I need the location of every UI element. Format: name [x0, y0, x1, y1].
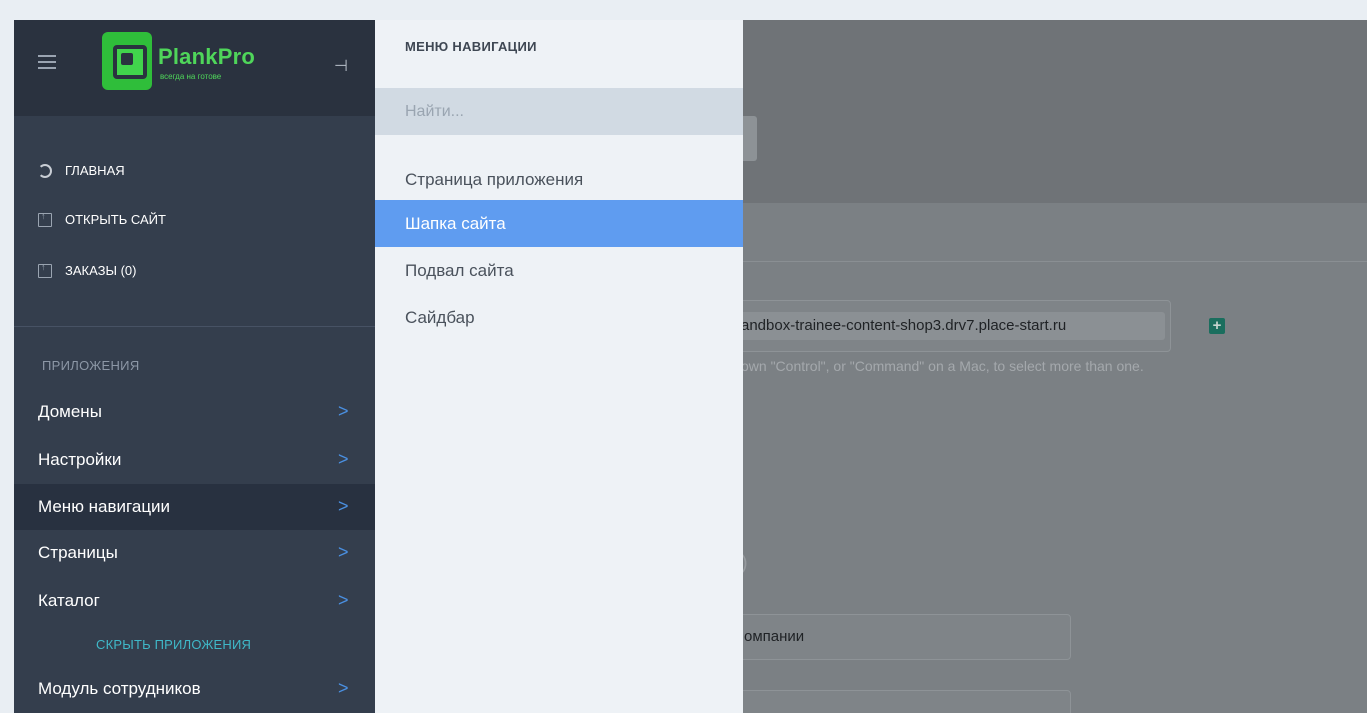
select-hint-text: own "Control", or "Command" on a Mac, to… [743, 358, 1144, 374]
sidebar-item-label: Модуль сотрудников [38, 679, 201, 698]
quick-link-label: ГЛАВНАЯ [65, 163, 125, 178]
sidebar-item-label: Каталог [38, 591, 100, 610]
sidebar-item-domains[interactable]: Домены > [14, 389, 375, 435]
brand-logo[interactable]: PlankPro всегда на готове [102, 32, 282, 90]
brand-name: PlankPro [158, 44, 255, 69]
field-label-fragment: ) [743, 552, 748, 575]
external-box-icon [38, 211, 52, 227]
logo-mark-icon [102, 32, 152, 90]
domain-tag: andbox-trainee-content-shop3.drv7.place-… [743, 312, 1165, 340]
sidebar: PlankPro всегда на готове ⊣ ГЛАВНАЯ ОТКР… [14, 20, 375, 713]
quick-link-home[interactable]: ГЛАВНАЯ [38, 163, 125, 178]
flyout-item-label: Страница приложения [405, 169, 584, 189]
flyout-search-input[interactable] [375, 88, 743, 135]
sidebar-item-label: Страницы [38, 543, 118, 562]
sidebar-item-label: Домены [38, 402, 102, 421]
quick-link-open-site[interactable]: ОТКРЫТЬ САЙТ [38, 211, 166, 227]
flyout-item-label: Подвал сайта [405, 260, 514, 280]
sidebar-item-pages[interactable]: Страницы > [14, 530, 375, 576]
sidebar-divider [14, 326, 375, 327]
chevron-right-icon: > [338, 590, 349, 610]
chevron-right-icon: > [338, 496, 349, 516]
sidebar-item-catalog[interactable]: Каталог > [14, 578, 375, 624]
company-name-latin-field: npanii [743, 690, 1071, 713]
pin-icon[interactable]: ⊣ [334, 56, 348, 76]
sidebar-item-navigation-menu[interactable]: Меню навигации > [14, 484, 375, 530]
chevron-right-icon: > [338, 542, 349, 562]
chevron-right-icon: > [338, 449, 349, 469]
apps-section-title: ПРИЛОЖЕНИЯ [42, 358, 140, 373]
flyout-item-site-header[interactable]: Шапка сайта [375, 200, 743, 247]
add-domain-icon: + [1209, 318, 1225, 334]
quick-link-label: ОТКРЫТЬ САЙТ [65, 212, 166, 227]
quick-link-orders[interactable]: ЗАКАЗЫ (0) [38, 262, 137, 278]
header-button [743, 116, 757, 161]
flyout-item-sidebar[interactable]: Сайдбар [375, 294, 743, 341]
sidebar-item-label: Меню навигации [38, 497, 171, 516]
brand-tagline: всегда на готове [160, 72, 222, 81]
sidebar-item-settings[interactable]: Настройки > [14, 437, 375, 483]
circle-icon [38, 163, 52, 178]
sidebar-header: PlankPro всегда на готове ⊣ [14, 20, 375, 116]
flyout-title: МЕНЮ НАВИГАЦИИ [405, 39, 537, 54]
sidebar-item-label: Настройки [38, 450, 122, 469]
sidebar-item-staff-module[interactable]: Модуль сотрудников > [14, 666, 375, 712]
main-content-overlay: andbox-trainee-content-shop3.drv7.place-… [743, 20, 1367, 713]
flyout-item-label: Сайдбар [405, 307, 475, 327]
chevron-right-icon: > [338, 401, 349, 421]
flyout-item-site-footer[interactable]: Подвал сайта [375, 247, 743, 294]
external-box-icon [38, 262, 52, 278]
flyout-item-label: Шапка сайта [405, 213, 506, 233]
divider [743, 261, 1367, 262]
page-header [743, 20, 1367, 203]
flyout-item-app-page[interactable]: Страница приложения [375, 156, 743, 203]
quick-link-label: ЗАКАЗЫ (0) [65, 263, 137, 278]
hamburger-menu-icon[interactable] [38, 55, 56, 69]
chevron-right-icon: > [338, 678, 349, 698]
company-name-field: омпании [743, 614, 1071, 660]
navigation-flyout: МЕНЮ НАВИГАЦИИ Страница приложения Шапка… [375, 20, 743, 713]
hide-apps-link[interactable]: СКРЫТЬ ПРИЛОЖЕНИЯ [96, 637, 251, 652]
